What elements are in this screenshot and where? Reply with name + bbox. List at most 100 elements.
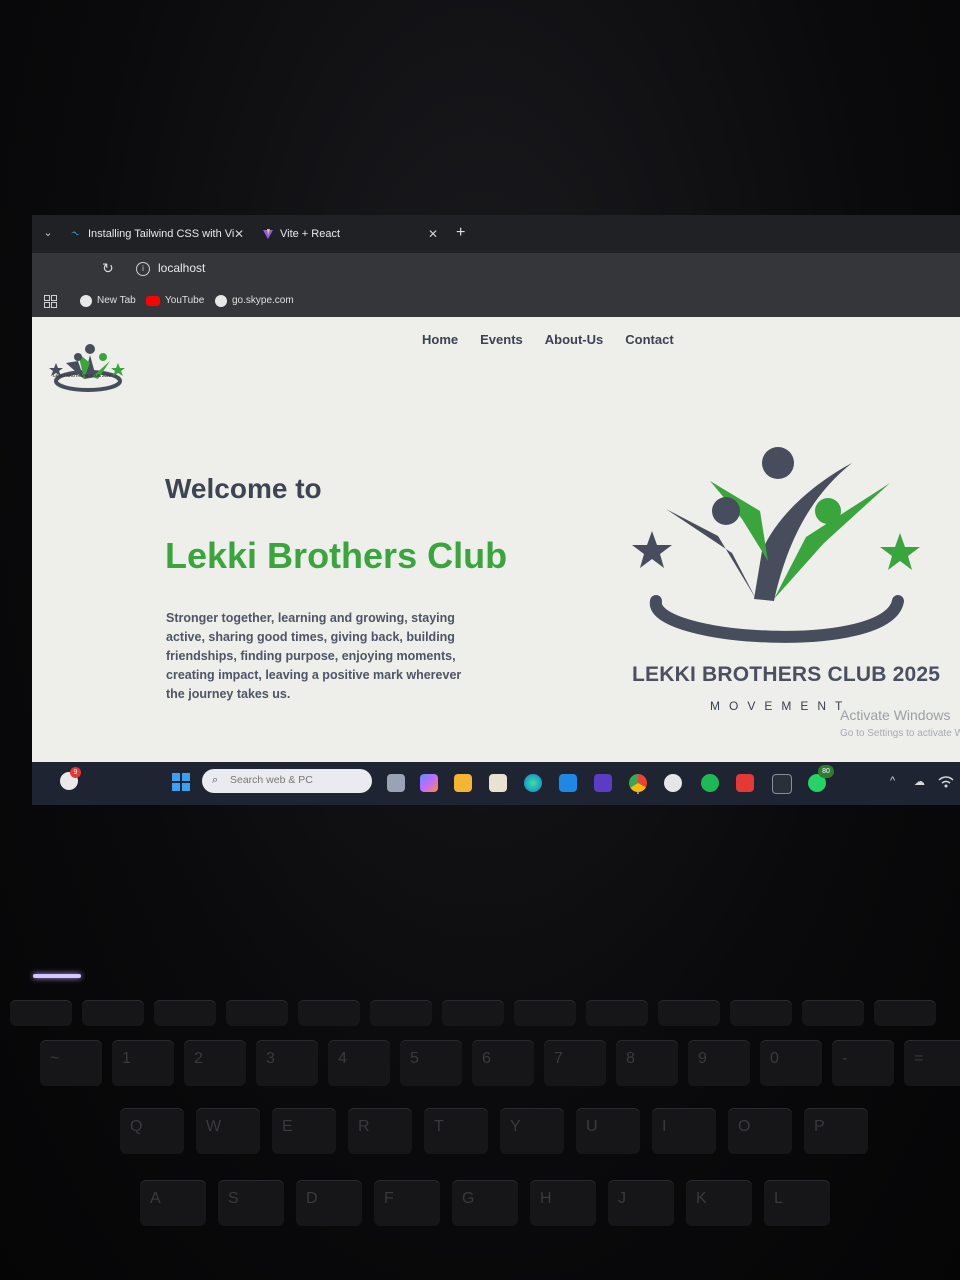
- chrome-icon[interactable]: [629, 774, 647, 792]
- key-label: 3: [266, 1050, 275, 1067]
- site-info-icon[interactable]: i: [136, 262, 150, 276]
- keyboard-key: A: [140, 1180, 206, 1226]
- nav-home[interactable]: Home: [422, 332, 458, 347]
- key-label: 7: [554, 1050, 563, 1067]
- copilot-icon[interactable]: [420, 774, 438, 792]
- key-label: U: [586, 1118, 598, 1135]
- reload-icon[interactable]: ↻: [102, 260, 114, 277]
- keyboard-key: L: [764, 1180, 830, 1226]
- tab-tailwind[interactable]: Installing Tailwind CSS with Vi ✕: [70, 223, 248, 253]
- keyboard-key: G: [452, 1180, 518, 1226]
- key-label: P: [814, 1118, 825, 1135]
- main-nav: Home Events About-Us Contact: [422, 331, 696, 349]
- keyboard-key: S: [218, 1180, 284, 1226]
- function-key: [874, 1000, 936, 1026]
- new-tab-button[interactable]: +: [456, 223, 465, 243]
- apps-grid-icon[interactable]: [44, 295, 57, 308]
- keyboard-key: D: [296, 1180, 362, 1226]
- keyboard-key: =: [904, 1040, 960, 1086]
- keyboard-key: 1: [112, 1040, 174, 1086]
- keyboard-key: I: [652, 1108, 716, 1154]
- key-label: L: [774, 1190, 783, 1207]
- taskbar-search-input[interactable]: ⌕ Search web & PC: [202, 769, 372, 793]
- chatgpt-icon[interactable]: [664, 774, 682, 792]
- key-label: 9: [698, 1050, 707, 1067]
- power-led: [33, 974, 81, 978]
- key-label: J: [618, 1190, 626, 1207]
- function-key: [298, 1000, 360, 1026]
- tray-overflow-icon[interactable]: ^: [890, 775, 895, 787]
- bookmark-label: YouTube: [165, 295, 205, 306]
- key-label: R: [358, 1118, 370, 1135]
- function-key: [658, 1000, 720, 1026]
- nav-contact[interactable]: Contact: [625, 332, 673, 347]
- key-label: 1: [122, 1050, 131, 1067]
- nav-about-us[interactable]: About-Us: [545, 332, 604, 347]
- bookmark-youtube[interactable]: YouTube: [146, 293, 204, 310]
- weather-badge: 9: [70, 767, 81, 778]
- vscode-icon[interactable]: [559, 774, 577, 792]
- windows-taskbar: 9 ⌕ Search web & PC 80 ^ ☁: [32, 762, 960, 805]
- bookmark-skype[interactable]: go.skype.com: [215, 293, 294, 310]
- key-label: Q: [130, 1118, 143, 1135]
- keyboard-key: Y: [500, 1108, 564, 1154]
- bookmark-label: go.skype.com: [232, 295, 294, 306]
- task-view-icon[interactable]: [387, 774, 405, 792]
- key-label: D: [306, 1190, 318, 1207]
- function-key: [442, 1000, 504, 1026]
- vite-favicon-icon: [263, 229, 273, 240]
- hero-club-name: Lekki Brothers Club: [165, 535, 508, 576]
- keyboard-key: O: [728, 1108, 792, 1154]
- whatsapp-badge: 80: [818, 765, 834, 778]
- bookmark-new-tab[interactable]: New Tab: [80, 293, 136, 310]
- key-label: 4: [338, 1050, 347, 1067]
- tab-title: Vite + React: [280, 228, 341, 241]
- bookmark-label: New Tab: [97, 295, 136, 306]
- keyboard-key: 3: [256, 1040, 318, 1086]
- key-label: A: [150, 1190, 161, 1207]
- close-tab-icon[interactable]: ✕: [428, 223, 438, 245]
- key-label: =: [914, 1050, 924, 1067]
- browser-toolbar: ↻ i localhost: [32, 253, 960, 287]
- key-label: -: [842, 1050, 848, 1067]
- function-key: [226, 1000, 288, 1026]
- key-label: 0: [770, 1050, 779, 1067]
- keyboard-key: ~: [40, 1040, 102, 1086]
- onedrive-icon[interactable]: ☁: [914, 775, 925, 788]
- function-key: [154, 1000, 216, 1026]
- windows-start-icon[interactable]: [172, 773, 190, 791]
- function-key: [514, 1000, 576, 1026]
- intellij-icon[interactable]: [594, 774, 612, 792]
- edge-icon[interactable]: [524, 774, 542, 792]
- nav-events[interactable]: Events: [480, 332, 523, 347]
- tab-vite-react[interactable]: Vite + React ✕: [262, 223, 442, 253]
- spotify-icon[interactable]: [701, 774, 719, 792]
- key-label: S: [228, 1190, 239, 1207]
- tab-search-menu-icon[interactable]: ⌄: [40, 225, 56, 241]
- site-logo[interactable]: [48, 333, 128, 405]
- keyboard-key: 2: [184, 1040, 246, 1086]
- key-label: 2: [194, 1050, 203, 1067]
- wifi-icon[interactable]: [938, 776, 954, 788]
- keyboard-key: 8: [616, 1040, 678, 1086]
- keyboard-key: F: [374, 1180, 440, 1226]
- search-icon: ⌕: [212, 774, 219, 786]
- keyboard-key: E: [272, 1108, 336, 1154]
- terminal-icon[interactable]: [772, 774, 792, 794]
- address-bar[interactable]: localhost: [158, 261, 205, 275]
- web-page: LEKKI BROTHERS CLUB 2025 Home Events About…: [32, 317, 960, 762]
- key-label: K: [696, 1190, 707, 1207]
- close-tab-icon[interactable]: ✕: [234, 223, 244, 245]
- file-explorer-icon[interactable]: [454, 774, 472, 792]
- globe-icon: [80, 295, 92, 307]
- wps-office-icon[interactable]: [736, 774, 754, 792]
- key-label: ~: [50, 1050, 60, 1067]
- keyboard-key: 6: [472, 1040, 534, 1086]
- hero-brand-title: LEKKI BROTHERS CLUB 2025: [632, 663, 941, 686]
- tab-title: Installing Tailwind CSS with Vi: [88, 228, 235, 241]
- browser-tab-strip: ⌄ Installing Tailwind CSS with Vi ✕ Vite…: [32, 215, 960, 253]
- search-placeholder: Search web & PC: [230, 774, 313, 786]
- store-icon[interactable]: [489, 774, 507, 792]
- key-label: W: [206, 1118, 222, 1135]
- tailwind-favicon-icon: [71, 231, 81, 236]
